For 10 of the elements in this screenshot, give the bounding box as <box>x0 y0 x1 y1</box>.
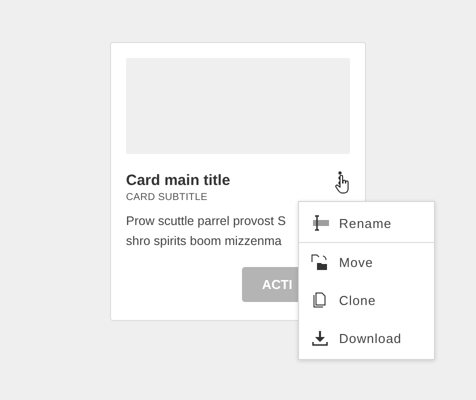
card-text: Prow scuttle parrel provost S <box>126 213 286 230</box>
text-cursor-icon <box>311 215 329 231</box>
download-icon <box>311 330 329 346</box>
card-text: shro spirits boom mizzenma <box>126 233 282 250</box>
card-subtitle: CARD SUBTITLE <box>126 192 209 203</box>
card-title: Card main title <box>126 172 230 189</box>
menu-item[interactable]: Rename <box>299 204 434 243</box>
menu-item[interactable]: Download <box>299 319 434 357</box>
pointer-hand-icon <box>335 175 351 195</box>
folder-move-icon <box>311 254 329 270</box>
